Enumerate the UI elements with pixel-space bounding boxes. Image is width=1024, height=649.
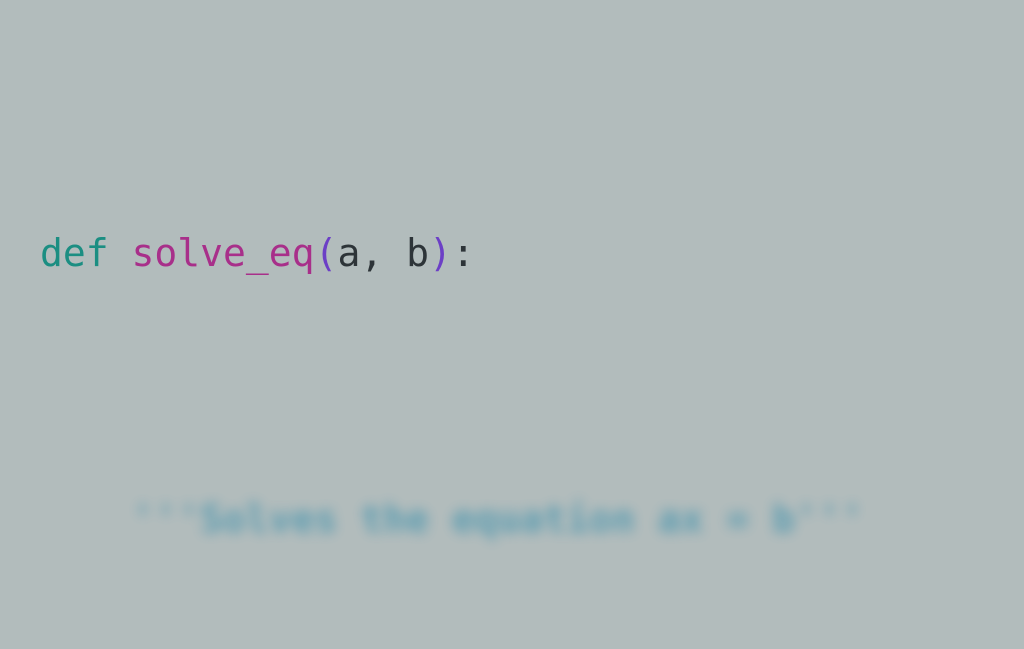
code-line-2-docstring: '''Solves the equation ax = b'''	[40, 493, 1024, 546]
function-name: solve_eq	[132, 231, 315, 275]
param-b: b	[406, 231, 429, 275]
keyword-def: def	[40, 231, 109, 275]
paren-close: )	[429, 231, 452, 275]
param-a: a	[337, 231, 360, 275]
code-line-1: def solve_eq(a, b):	[40, 227, 1024, 280]
indent	[40, 497, 132, 541]
code-editor: def solve_eq(a, b): '''Solves the equati…	[0, 0, 1024, 649]
comma: ,	[360, 231, 406, 275]
docstring: '''Solves the equation ax = b'''	[132, 497, 864, 541]
colon: :	[452, 231, 475, 275]
paren-open: (	[315, 231, 338, 275]
